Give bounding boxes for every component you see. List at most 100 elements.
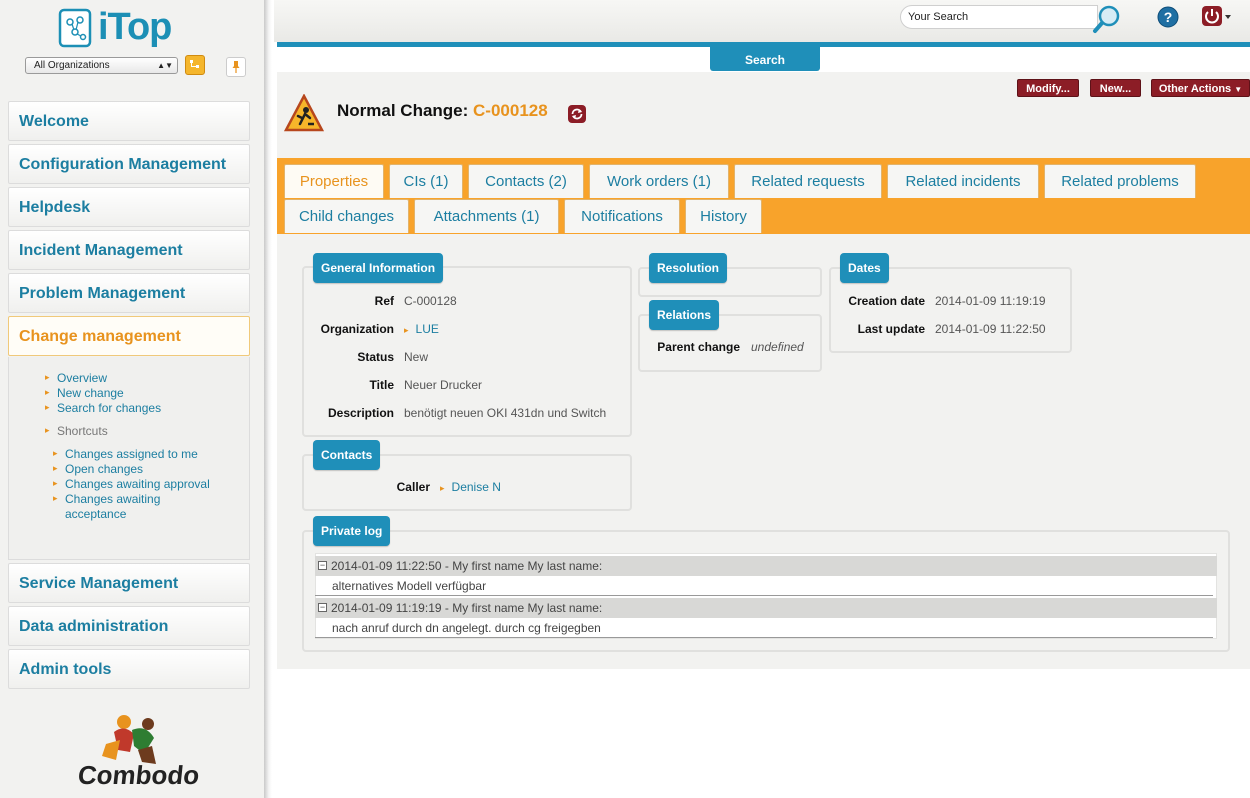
relations-legend: Relations — [649, 300, 720, 330]
log-entry-header[interactable]: − 2014-01-09 11:22:50 - My first name My… — [315, 556, 1217, 576]
pin-button[interactable] — [226, 57, 246, 77]
log-entry-text: alternatives Modell verfügbar — [315, 576, 1213, 596]
shortcut-changes-awaiting-approval[interactable]: ▸ Changes awaiting approval — [53, 477, 210, 492]
tab-related-incidents[interactable]: Related incidents — [887, 164, 1039, 198]
other-actions-label: Other Actions — [1158, 83, 1232, 95]
tab-attachments[interactable]: Attachments (1) — [414, 199, 559, 233]
contacts-legend: Contacts — [313, 440, 381, 470]
combodo-logo-text: Combodo — [76, 760, 201, 790]
search-tab-button[interactable]: Search — [710, 47, 820, 71]
organization-value: LUE — [415, 322, 439, 336]
description-label: Description — [327, 406, 394, 420]
tab-contacts[interactable]: Contacts (2) — [468, 164, 584, 198]
organization-link[interactable]: ▸ LUE — [404, 322, 439, 336]
menu-problem-management[interactable]: Problem Management — [8, 273, 250, 313]
caller-link[interactable]: ▸ Denise N — [440, 480, 501, 494]
refresh-icon[interactable] — [567, 104, 587, 124]
shortcut-label: Open changes — [65, 462, 144, 476]
tab-properties[interactable]: Properties — [284, 164, 384, 198]
tab-related-problems[interactable]: Related problems — [1044, 164, 1196, 198]
organization-select[interactable]: All Organizations ▲▼ — [25, 57, 178, 74]
tab-work-orders[interactable]: Work orders (1) — [589, 164, 729, 198]
submenu-new-change-label: New change — [57, 386, 124, 400]
ref-label: Ref — [374, 294, 394, 308]
shortcuts-label-text: Shortcuts — [57, 424, 108, 438]
help-icon[interactable]: ? — [1156, 5, 1180, 29]
shortcut-label: acceptance — [65, 507, 127, 521]
dates-legend: Dates — [840, 253, 889, 283]
modify-button[interactable]: Modify... — [1017, 79, 1079, 97]
logoff-icon[interactable] — [1201, 5, 1233, 29]
change-management-submenu: ▸ Overview ▸ New change ▸ Search for change… — [8, 357, 250, 560]
menu-change-management[interactable]: Change management — [8, 316, 250, 356]
shortcut-changes-awaiting-acceptance-cont[interactable]: acceptance — [65, 507, 126, 522]
private-log-legend: Private log — [313, 516, 391, 546]
other-actions-button[interactable]: Other Actions ▼ — [1151, 79, 1250, 97]
submenu-search-for-changes[interactable]: ▸ Search for changes — [45, 401, 162, 416]
itop-logo-text: iTop — [98, 6, 172, 48]
itop-logo[interactable]: iTop — [58, 6, 178, 54]
search-icon[interactable] — [1092, 4, 1122, 34]
log-entry-header-text: 2014-01-09 11:19:19 - My first name My l… — [331, 601, 603, 615]
title-label: Title — [369, 378, 394, 392]
change-class-icon — [284, 94, 324, 132]
caller-label: Caller — [396, 480, 430, 494]
submenu-search-label: Search for changes — [57, 401, 162, 415]
tab-notifications[interactable]: Notifications — [564, 199, 680, 233]
bullet-icon: ▸ — [53, 493, 58, 503]
bullet-icon: ▸ — [45, 372, 50, 382]
last-update-label: Last update — [857, 322, 925, 336]
shortcut-label: Changes awaiting — [65, 492, 161, 506]
resolution-legend: Resolution — [649, 253, 727, 283]
status-value: New — [404, 350, 429, 364]
new-button[interactable]: New... — [1090, 79, 1141, 97]
link-caret-icon: ▸ — [404, 325, 409, 335]
creation-date-value: 2014-01-09 11:19:19 — [935, 294, 1046, 308]
tab-cis[interactable]: CIs (1) — [389, 164, 463, 198]
menu-admin-tools[interactable]: Admin tools — [8, 649, 250, 689]
global-search-input[interactable]: Your Search — [900, 5, 1098, 29]
collapse-icon[interactable]: − — [318, 561, 327, 570]
org-tree-button[interactable] — [185, 55, 205, 75]
submenu-new-change[interactable]: ▸ New change — [45, 386, 124, 401]
caret-down-icon: ▼ — [1234, 85, 1243, 94]
submenu-overview-label: Overview — [57, 371, 108, 385]
collapse-icon[interactable]: − — [318, 603, 327, 612]
svg-text:?: ? — [1164, 9, 1173, 25]
shortcut-changes-awaiting-acceptance[interactable]: ▸ Changes awaiting — [53, 492, 161, 507]
tab-related-requests[interactable]: Related requests — [734, 164, 882, 198]
parent-change-value: undefined — [751, 340, 804, 354]
bullet-icon: ▸ — [53, 478, 58, 488]
menu-service-management[interactable]: Service Management — [8, 563, 250, 603]
object-ref: C-000128 — [473, 101, 548, 120]
general-information-legend: General Information — [313, 253, 444, 283]
log-entry-header-text: 2014-01-09 11:22:50 - My first name My l… — [331, 559, 603, 573]
bullet-icon: ▸ — [45, 387, 50, 397]
submenu-shortcuts-label: ▸ Shortcuts — [45, 424, 108, 439]
select-arrows-icon: ▲▼ — [157, 61, 173, 70]
last-update-value: 2014-01-09 11:22:50 — [935, 322, 1046, 336]
tree-icon — [190, 60, 199, 68]
tab-history[interactable]: History — [685, 199, 762, 233]
menu-welcome[interactable]: Welcome — [8, 101, 250, 141]
pane-divider[interactable] — [264, 0, 272, 798]
log-entry-text: nach anruf durch dn angelegt. durch cg f… — [315, 618, 1213, 638]
shortcut-changes-assigned-to-me[interactable]: ▸ Changes assigned to me — [53, 447, 198, 462]
pin-icon — [232, 61, 240, 73]
shortcut-label: Changes assigned to me — [65, 447, 198, 461]
menu-helpdesk[interactable]: Helpdesk — [8, 187, 250, 227]
menu-configuration-management[interactable]: Configuration Management — [8, 144, 250, 184]
submenu-overview[interactable]: ▸ Overview — [45, 371, 108, 386]
organization-select-value: All Organizations — [34, 60, 110, 71]
menu-incident-management[interactable]: Incident Management — [8, 230, 250, 270]
log-entry-header[interactable]: − 2014-01-09 11:19:19 - My first name My… — [315, 598, 1217, 618]
left-pane: iTop All Organizations ▲▼ Welcome Config… — [0, 0, 266, 798]
menu-data-administration[interactable]: Data administration — [8, 606, 250, 646]
shortcut-open-changes[interactable]: ▸ Open changes — [53, 462, 144, 477]
bullet-icon: ▸ — [45, 402, 50, 412]
tab-child-changes[interactable]: Child changes — [284, 199, 409, 233]
parent-change-label: Parent change — [657, 340, 740, 354]
shortcut-label: Changes awaiting approval — [65, 477, 210, 491]
title-value: Neuer Drucker — [404, 378, 483, 392]
ref-value: C-000128 — [404, 294, 457, 308]
